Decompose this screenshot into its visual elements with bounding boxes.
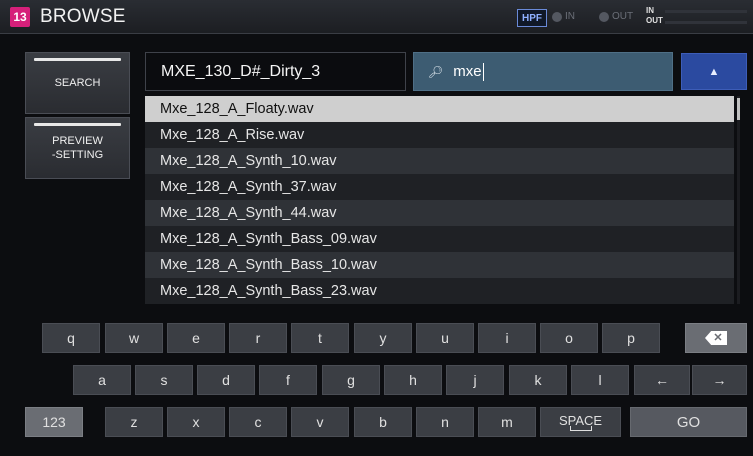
key-s[interactable]: s — [135, 365, 193, 395]
preview-setting-label-2: -SETTING — [51, 149, 104, 161]
current-file-field[interactable]: MXE_130_D#_Dirty_3 — [145, 52, 406, 91]
key-y[interactable]: y — [354, 323, 412, 353]
go-key[interactable]: GO — [630, 407, 747, 437]
list-scroll-thumb[interactable] — [737, 98, 740, 120]
out-label: OUT — [612, 11, 634, 22]
backspace-glyph: ✕ — [713, 331, 723, 344]
file-list-item[interactable]: Mxe_128_A_Synth_Bass_10.wav — [145, 252, 734, 278]
file-list-item[interactable]: Mxe_128_A_Floaty.wav — [145, 96, 734, 122]
search-button-label: SEARCH — [54, 77, 101, 89]
in-label: IN — [565, 11, 575, 22]
key-r[interactable]: r — [229, 323, 287, 353]
key-i[interactable]: i — [478, 323, 536, 353]
level-meter-labels: IN OUT — [646, 6, 663, 26]
numbers-key[interactable]: 123 — [25, 407, 83, 437]
file-list-item[interactable]: Mxe_128_A_Synth_10.wav — [145, 148, 734, 174]
text-caret — [482, 62, 484, 81]
output-icon — [599, 11, 609, 22]
hpf-indicator: HPF — [517, 9, 547, 27]
triangle-up-icon: ▲ — [708, 65, 720, 78]
file-list[interactable]: Mxe_128_A_Floaty.wav Mxe_128_A_Rise.wav Mx… — [145, 96, 734, 304]
search-button[interactable]: SEARCH — [25, 52, 130, 114]
key-f[interactable]: f — [259, 365, 317, 395]
file-list-item[interactable]: Mxe_128_A_Synth_Bass_09.wav — [145, 226, 734, 252]
out-indicator: OUT — [599, 11, 633, 22]
active-lamp — [34, 58, 121, 61]
arrow-left-icon: ← — [655, 372, 669, 388]
key-b[interactable]: b — [354, 407, 412, 437]
preview-setting-label-1: PREVIEW — [52, 135, 103, 147]
key-d[interactable]: d — [197, 365, 255, 395]
header-bar: 13 BROWSE HPF IN OUT IN OUT — [0, 0, 753, 34]
key-h[interactable]: h — [384, 365, 442, 395]
input-icon — [552, 11, 562, 22]
space-bracket-icon — [569, 425, 592, 431]
file-list-item[interactable]: Mxe_128_A_Rise.wav — [145, 122, 734, 148]
key-v[interactable]: v — [291, 407, 349, 437]
in-indicator: IN — [552, 11, 575, 22]
file-list-item[interactable]: Mxe_128_A_Synth_Bass_23.wav — [145, 278, 734, 304]
screen-title: BROWSE — [40, 6, 126, 27]
search-input-value: mxe — [453, 63, 482, 80]
file-list-item[interactable]: Mxe_128_A_Synth_37.wav — [145, 174, 734, 200]
search-input[interactable]: 🔍︎ mxe — [413, 52, 673, 91]
key-l[interactable]: l — [571, 365, 629, 395]
on-screen-keyboard: q w e r t y u i o p ✕ a s d f g h j k l ← → 123 z x c v b n m SPACE GO — [0, 316, 753, 456]
meter-out-label: OUT — [646, 16, 663, 25]
level-meter-in — [665, 10, 747, 13]
key-x[interactable]: x — [167, 407, 225, 437]
file-list-item[interactable]: Mxe_128_A_Synth_44.wav — [145, 200, 734, 226]
cursor-left-key[interactable]: ← — [634, 365, 690, 395]
scroll-up-button[interactable]: ▲ — [681, 53, 747, 90]
key-e[interactable]: e — [167, 323, 225, 353]
key-j[interactable]: j — [446, 365, 504, 395]
slot-number-badge: 13 — [10, 7, 30, 27]
key-t[interactable]: t — [291, 323, 349, 353]
search-icon: 🔍︎ — [428, 64, 444, 79]
key-k[interactable]: k — [509, 365, 567, 395]
preview-setting-button[interactable]: PREVIEW -SETTING — [25, 117, 130, 179]
key-a[interactable]: a — [73, 365, 131, 395]
key-w[interactable]: w — [105, 323, 163, 353]
space-key[interactable]: SPACE — [540, 407, 621, 437]
arrow-right-icon: → — [712, 372, 727, 388]
cursor-right-key[interactable]: → — [692, 365, 747, 395]
key-p[interactable]: p — [602, 323, 660, 353]
level-meter-out — [665, 21, 747, 24]
list-scrollbar[interactable] — [737, 96, 740, 304]
key-c[interactable]: c — [229, 407, 287, 437]
key-u[interactable]: u — [416, 323, 474, 353]
key-n[interactable]: n — [416, 407, 474, 437]
key-m[interactable]: m — [478, 407, 536, 437]
backspace-key[interactable]: ✕ — [685, 323, 747, 353]
meter-in-label: IN — [646, 6, 654, 15]
active-lamp — [34, 123, 121, 126]
key-z[interactable]: z — [105, 407, 163, 437]
key-o[interactable]: o — [540, 323, 598, 353]
key-q[interactable]: q — [42, 323, 100, 353]
key-g[interactable]: g — [322, 365, 380, 395]
backspace-icon: ✕ — [705, 331, 727, 345]
